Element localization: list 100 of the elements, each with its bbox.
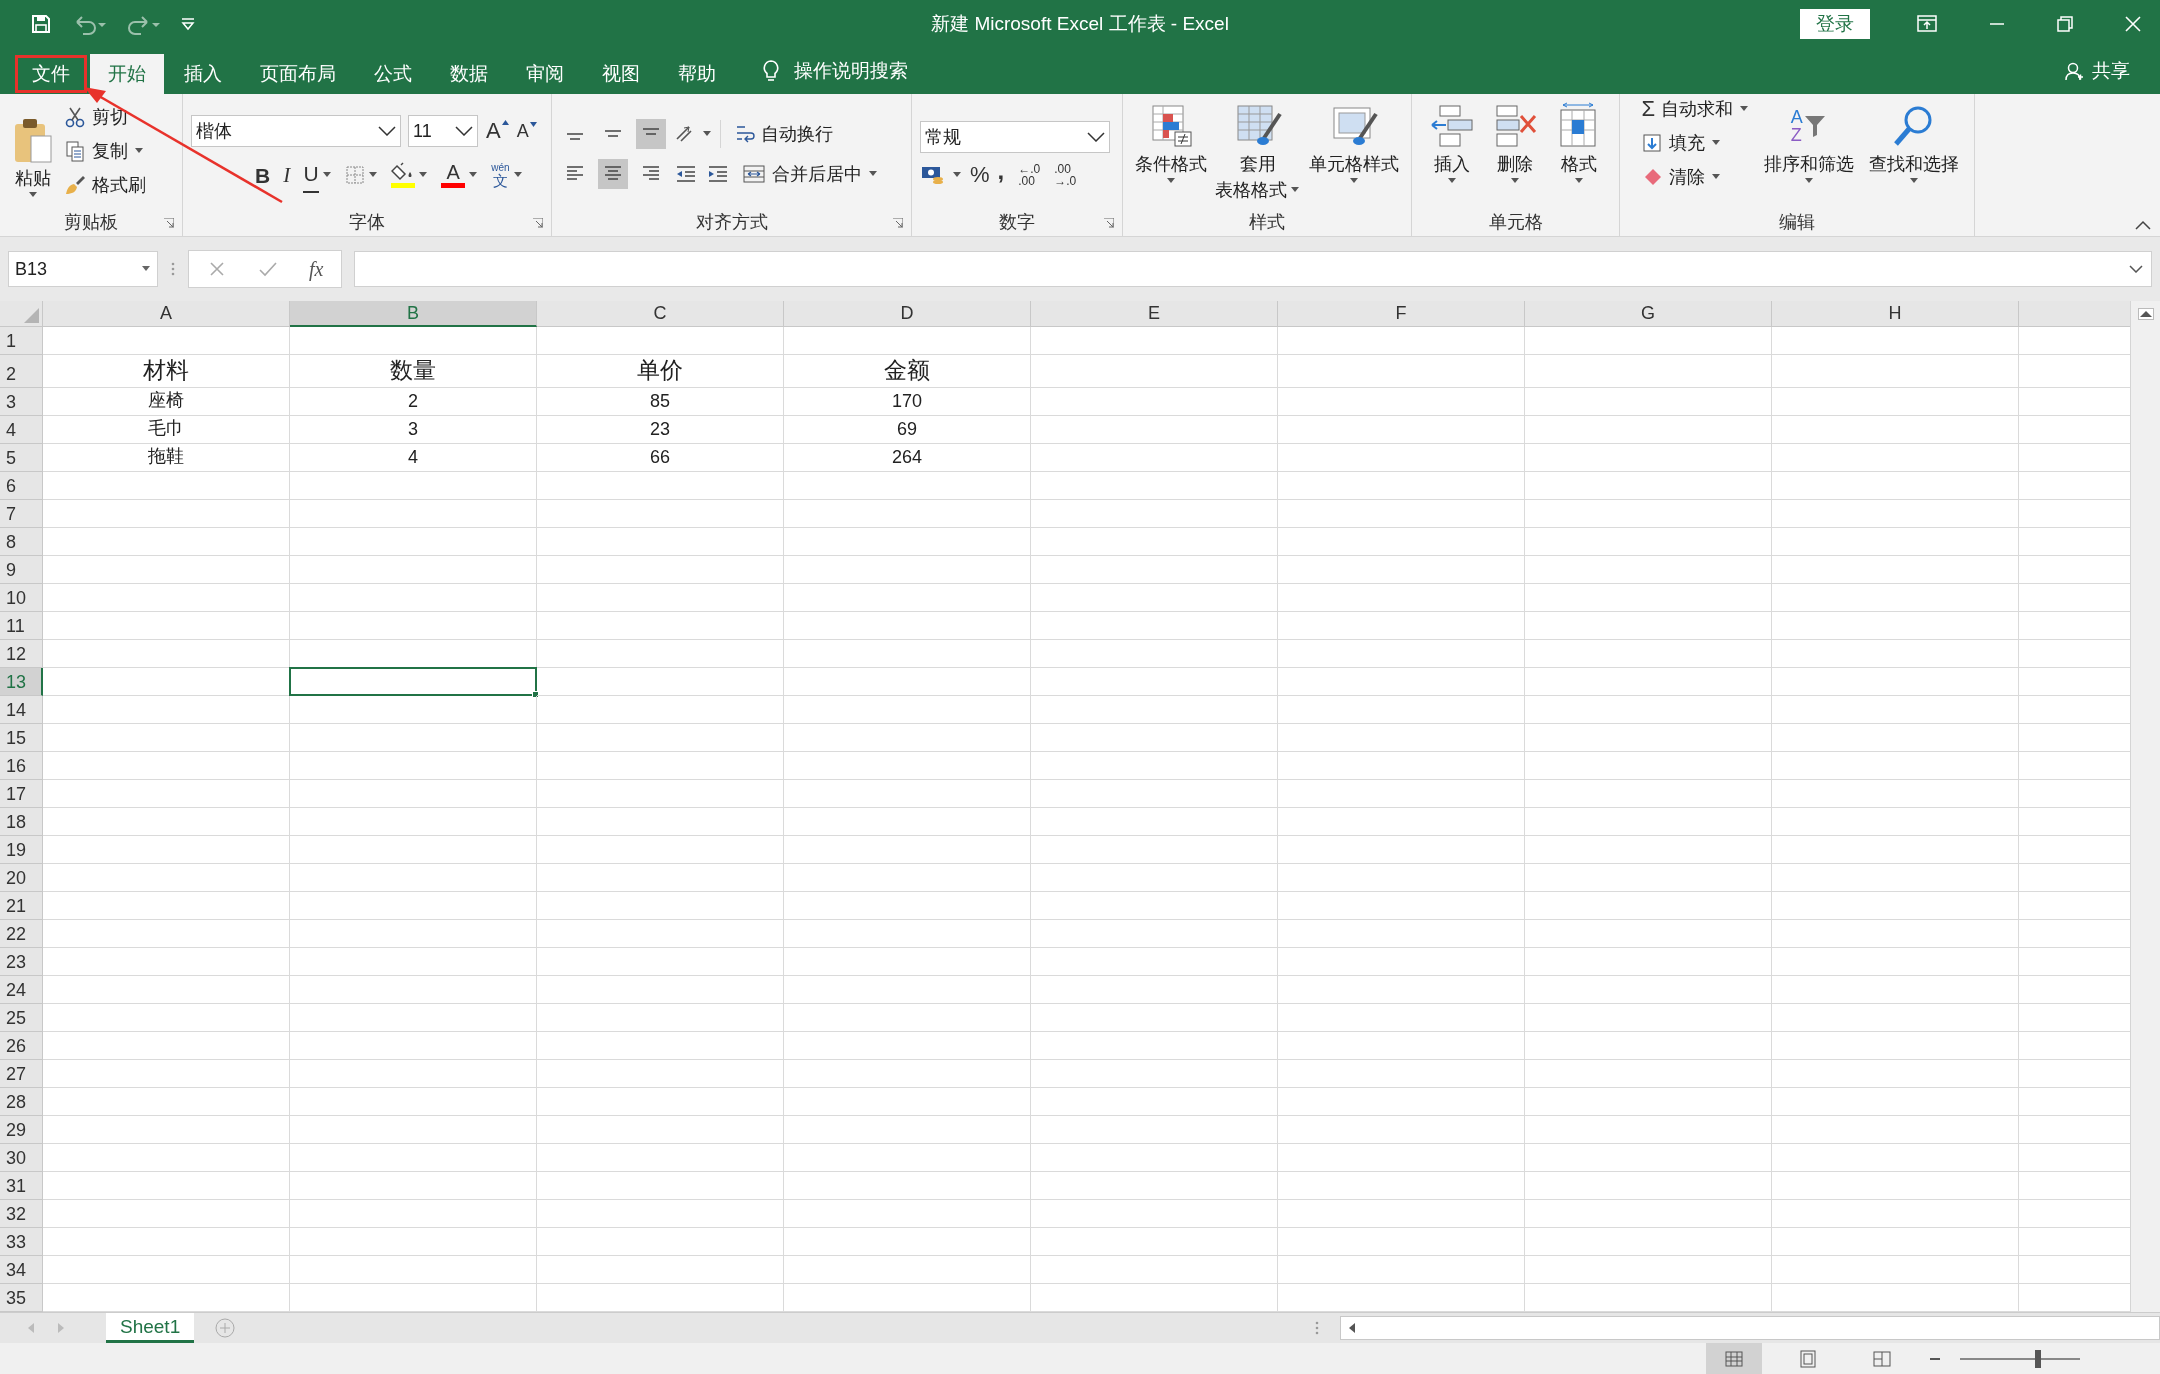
comma-style-button[interactable]: , xyxy=(997,159,1005,183)
row-header[interactable]: 1 xyxy=(0,327,43,355)
cells-button[interactable]: 删除 xyxy=(1491,94,1540,184)
row-header[interactable]: 18 xyxy=(0,808,43,836)
share-button[interactable]: 共享 xyxy=(2092,58,2130,84)
cells-button[interactable]: 格式 xyxy=(1555,94,1604,184)
column-header[interactable]: E xyxy=(1031,301,1278,327)
zoom-slider-thumb[interactable] xyxy=(2035,1349,2041,1368)
editing-button[interactable]: 填充 xyxy=(1641,128,1749,158)
column-header[interactable]: F xyxy=(1278,301,1525,327)
row-header[interactable]: 14 xyxy=(0,696,43,724)
column-header[interactable]: D xyxy=(784,301,1031,327)
ribbon-tab[interactable]: 视图 xyxy=(584,54,658,94)
redo-icon[interactable] xyxy=(126,13,160,35)
row-header[interactable]: 33 xyxy=(0,1228,43,1256)
row-header[interactable]: 7 xyxy=(0,500,43,528)
percent-button[interactable]: % xyxy=(970,164,990,186)
row-header[interactable]: 30 xyxy=(0,1144,43,1172)
paste-button[interactable]: 粘贴 xyxy=(8,104,58,198)
row-header[interactable]: 4 xyxy=(0,416,43,444)
tell-me-search[interactable]: 操作说明搜索 xyxy=(794,58,908,84)
column-header[interactable]: G xyxy=(1525,301,1772,327)
customize-icon[interactable] xyxy=(180,17,196,31)
horizontal-align-button[interactable] xyxy=(598,159,628,189)
row-header[interactable]: 23 xyxy=(0,948,43,976)
view-button[interactable] xyxy=(1706,1343,1762,1374)
ribbon-tab[interactable]: 数据 xyxy=(432,54,506,94)
dialog-launcher-icon[interactable] xyxy=(533,218,543,228)
clipboard-button[interactable]: 剪切 xyxy=(64,102,146,132)
sheet-tab[interactable]: Sheet1 xyxy=(106,1313,195,1343)
scroll-left-icon[interactable] xyxy=(1347,1322,1357,1334)
row-header[interactable]: 16 xyxy=(0,752,43,780)
ribbon-tab[interactable]: 公式 xyxy=(356,54,430,94)
scroll-up-icon[interactable] xyxy=(2138,309,2153,319)
row-header[interactable]: 21 xyxy=(0,892,43,920)
currency-icon[interactable] xyxy=(920,164,944,186)
ribbon-tab[interactable]: 帮助 xyxy=(660,54,734,94)
close-icon[interactable] xyxy=(2124,15,2142,33)
clipboard-button[interactable]: 复制 xyxy=(64,136,146,166)
row-header[interactable]: 3 xyxy=(0,388,43,416)
wrap-text-button[interactable]: 自动换行 xyxy=(733,119,833,149)
vertical-align-button[interactable] xyxy=(636,119,666,149)
shrink-font-button[interactable]: A xyxy=(516,122,537,140)
row-header[interactable]: 9 xyxy=(0,556,43,584)
row-header[interactable]: 29 xyxy=(0,1116,43,1144)
font-color-button[interactable]: A xyxy=(441,162,466,188)
column-header[interactable]: H xyxy=(1772,301,2019,327)
row-header[interactable]: 19 xyxy=(0,836,43,864)
number-format-field[interactable]: 常规 xyxy=(920,121,1110,153)
column-header[interactable]: B xyxy=(290,301,537,327)
bold-button[interactable]: B xyxy=(255,164,271,186)
formula-input[interactable] xyxy=(354,251,2152,287)
restore-icon[interactable] xyxy=(2056,15,2074,33)
row-header[interactable]: 2 xyxy=(0,355,43,388)
find-select-button[interactable]: 查找和选择 xyxy=(1868,94,1959,184)
fill-color-button[interactable] xyxy=(391,162,416,188)
horizontal-scrollbar[interactable] xyxy=(1340,1316,2160,1340)
clipboard-button[interactable]: 格式刷 xyxy=(64,170,146,200)
column-header[interactable]: A xyxy=(43,301,290,327)
row-header[interactable]: 6 xyxy=(0,472,43,500)
row-header[interactable]: 25 xyxy=(0,1004,43,1032)
row-header[interactable]: 15 xyxy=(0,724,43,752)
row-header[interactable]: 5 xyxy=(0,444,43,472)
ribbon-display-icon[interactable] xyxy=(1916,14,1938,34)
decimal-button[interactable]: ←.0 .00 xyxy=(1018,163,1041,187)
ribbon-tab[interactable]: 插入 xyxy=(166,54,240,94)
row-header[interactable]: 26 xyxy=(0,1032,43,1060)
save-icon[interactable] xyxy=(30,13,52,35)
row-header[interactable]: 35 xyxy=(0,1284,43,1312)
cells-button[interactable]: 插入 xyxy=(1427,94,1476,184)
name-box[interactable]: B13 xyxy=(8,251,158,287)
decimal-button[interactable]: .00 →.0 xyxy=(1054,163,1077,187)
row-header[interactable]: 31 xyxy=(0,1172,43,1200)
italic-button[interactable]: I xyxy=(283,164,291,186)
editing-button[interactable]: 清除 xyxy=(1641,162,1749,192)
merge-center-button[interactable]: 合并后居中 xyxy=(742,159,878,189)
styles-button[interactable]: 条件格式 xyxy=(1135,94,1208,184)
row-header[interactable]: 27 xyxy=(0,1060,43,1088)
row-header[interactable]: 13 xyxy=(0,668,43,696)
row-header[interactable]: 24 xyxy=(0,976,43,1004)
ribbon-tab[interactable]: 文件 xyxy=(14,54,88,94)
insert-function-button[interactable]: fx xyxy=(309,257,324,281)
styles-button[interactable]: 套用 表格格式 xyxy=(1215,94,1301,202)
editing-button[interactable]: Σ 自动求和 xyxy=(1641,94,1749,124)
login-button[interactable]: 登录 xyxy=(1800,9,1870,39)
decrease-indent-icon[interactable] xyxy=(674,164,698,184)
styles-button[interactable]: 单元格样式 xyxy=(1308,94,1399,184)
row-header[interactable]: 10 xyxy=(0,584,43,612)
grow-font-button[interactable]: A xyxy=(486,120,509,142)
row-header[interactable]: 8 xyxy=(0,528,43,556)
orientation-icon[interactable] xyxy=(674,124,694,144)
collapse-ribbon-icon[interactable] xyxy=(2134,220,2152,230)
row-header[interactable]: 28 xyxy=(0,1088,43,1116)
underline-button[interactable]: U xyxy=(303,163,320,193)
row-header[interactable]: 34 xyxy=(0,1256,43,1284)
ribbon-tab[interactable]: 开始 xyxy=(90,54,164,94)
selected-cell[interactable] xyxy=(289,667,537,696)
row-header[interactable]: 17 xyxy=(0,780,43,808)
font-size-field[interactable]: 11 xyxy=(408,115,478,147)
row-header[interactable]: 11 xyxy=(0,612,43,640)
